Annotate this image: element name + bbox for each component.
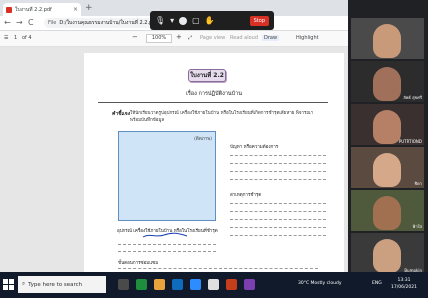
participant-video bbox=[373, 110, 401, 144]
highlight-button[interactable]: Highlight bbox=[296, 35, 319, 41]
participant-video bbox=[373, 196, 401, 230]
video-participants-panel: ลัพธ์ สุขศรี PUTRTIOND ชิดาฟ้าใส Bumpkin bbox=[348, 16, 428, 274]
answer-line bbox=[230, 163, 326, 164]
participant-video bbox=[373, 24, 401, 58]
reload-icon[interactable]: C bbox=[28, 18, 34, 28]
participant-video-tile[interactable]: ฟ้าใส bbox=[351, 190, 424, 231]
powerpoint-icon[interactable] bbox=[226, 279, 237, 290]
participant-name: ฟ้าใส bbox=[412, 224, 422, 229]
steps-label: ขั้นตอนการซ่อมแซม bbox=[118, 261, 159, 266]
pdf-page: ใบงานที่ 2.2 เรื่อง การปฏิบัติงานบ้าน คำ… bbox=[84, 53, 344, 272]
meeting-toolbar: 🎙 ▾ ▢ ✋ Stop bbox=[150, 11, 274, 30]
pdf-icon bbox=[6, 6, 12, 13]
answer-line bbox=[118, 244, 216, 245]
participant-video-tile[interactable] bbox=[351, 18, 424, 59]
line-app-icon[interactable] bbox=[136, 279, 147, 290]
answer-line bbox=[230, 227, 326, 228]
edge-icon[interactable] bbox=[172, 279, 183, 290]
forward-icon[interactable]: → bbox=[16, 18, 23, 28]
clock-time: 13:31 bbox=[397, 278, 411, 283]
instruction-label: คำชี้แจง bbox=[112, 111, 131, 117]
windows-start-icon[interactable] bbox=[3, 279, 14, 290]
hand-icon[interactable]: ✋ bbox=[205, 16, 215, 25]
weather-status[interactable]: 30°C Mostly cloudy bbox=[298, 281, 342, 286]
participant-name: ชิดา bbox=[414, 181, 422, 186]
search-placeholder: Type here to search bbox=[28, 281, 83, 288]
participant-video-tile[interactable]: Bumpkin bbox=[351, 233, 424, 274]
zoom-in-button[interactable]: + bbox=[176, 33, 182, 41]
participant-video bbox=[373, 67, 401, 101]
document-viewer[interactable]: ใบงานที่ 2.2 เรื่อง การปฏิบัติงานบ้าน คำ… bbox=[0, 47, 348, 272]
search-icon: ⌕ bbox=[22, 281, 26, 287]
microphone-icon[interactable]: 🎙 bbox=[155, 16, 165, 25]
zoom-app-icon[interactable] bbox=[190, 279, 201, 290]
participant-video-tile[interactable]: ชิดา bbox=[351, 147, 424, 188]
participant-video-tile[interactable]: PUTRTIOND bbox=[351, 104, 424, 145]
task-view-icon[interactable] bbox=[118, 279, 129, 290]
page-total: of 4 bbox=[22, 35, 32, 41]
divider bbox=[98, 102, 328, 103]
browser-tab[interactable]: ใบงานที่ 2.2.pdf × bbox=[3, 3, 81, 16]
zoom-out-button[interactable]: − bbox=[132, 33, 138, 41]
app-icon[interactable] bbox=[244, 279, 255, 290]
instruction-text: ให้นักเรียนวาดรูปอุปกรณ์ เครื่องใช้ภายใน… bbox=[130, 111, 314, 123]
fit-page-icon[interactable]: ⤢ bbox=[188, 35, 192, 41]
back-icon[interactable]: ← bbox=[4, 18, 11, 28]
contents-icon[interactable]: ☰ bbox=[4, 35, 8, 41]
answer-line bbox=[230, 203, 326, 204]
clock[interactable]: 13:31 17/06/2021 bbox=[388, 277, 420, 291]
participant-name: ลัพธ์ สุขศรี bbox=[403, 95, 422, 100]
participant-video-tile[interactable]: ลัพธ์ สุขศรี bbox=[351, 61, 424, 102]
worksheet-topic: เรื่อง การปฏิบัติงานบ้าน bbox=[185, 91, 243, 97]
page-view-button[interactable]: Page view bbox=[200, 35, 225, 41]
screen: ใบงานที่ 2.2.pdf × + 🎙 ▾ ▢ ✋ Stop ← → C … bbox=[0, 0, 428, 298]
language-indicator[interactable]: ENG bbox=[372, 281, 382, 286]
taskbar-search-input[interactable]: ⌕ Type here to search bbox=[18, 276, 106, 293]
problem-label: ปัญหา หรือความต้องการ bbox=[230, 145, 279, 150]
answer-line bbox=[230, 235, 326, 236]
windows-taskbar: ⌕ Type here to search 30°C Mostly cloudy… bbox=[0, 272, 428, 298]
handwritten-underline bbox=[142, 232, 188, 238]
cause-label: สาเหตุการชำรุด bbox=[230, 193, 262, 198]
new-tab-button[interactable]: + bbox=[85, 3, 93, 14]
pdf-toolbar: ☰ 1 of 4 − 100% + ⤢ Page view Read aloud… bbox=[0, 31, 348, 47]
read-aloud-button[interactable]: Read aloud bbox=[230, 35, 258, 41]
page-number[interactable]: 1 bbox=[14, 35, 17, 41]
draw-button[interactable]: Draw bbox=[262, 35, 280, 41]
drawing-area[interactable]: (ติดภาพ) bbox=[118, 131, 216, 221]
clock-date: 17/06/2021 bbox=[391, 285, 417, 290]
close-tab-icon[interactable]: × bbox=[73, 6, 78, 13]
camera-icon[interactable] bbox=[179, 16, 188, 25]
chrome-icon[interactable] bbox=[208, 279, 219, 290]
worksheet-title-badge: ใบงานที่ 2.2 bbox=[188, 69, 226, 82]
file-explorer-icon[interactable] bbox=[154, 279, 165, 290]
url-scheme-label: File bbox=[48, 20, 57, 26]
chevron-down-icon[interactable]: ▾ bbox=[170, 16, 174, 25]
stop-share-button[interactable]: Stop bbox=[249, 15, 269, 26]
chat-icon[interactable]: ▢ bbox=[192, 16, 200, 25]
participant-video bbox=[373, 153, 401, 187]
answer-line bbox=[230, 219, 326, 220]
answer-line bbox=[230, 179, 326, 180]
answer-line bbox=[230, 171, 326, 172]
tab-title: ใบงานที่ 2.2.pdf bbox=[15, 6, 52, 13]
participant-video bbox=[373, 239, 401, 273]
drawing-hint: (ติดภาพ) bbox=[194, 137, 212, 142]
answer-line bbox=[118, 268, 318, 269]
zoom-level[interactable]: 100% bbox=[146, 34, 172, 43]
url-text: D:/ใบงานคุณธรรมงานบ้าน/ใบงานที่ 2.2.pdf bbox=[59, 20, 158, 26]
participant-name: PUTRTIOND bbox=[398, 139, 422, 144]
answer-line bbox=[230, 155, 326, 156]
answer-line bbox=[230, 211, 326, 212]
answer-line bbox=[118, 251, 216, 252]
